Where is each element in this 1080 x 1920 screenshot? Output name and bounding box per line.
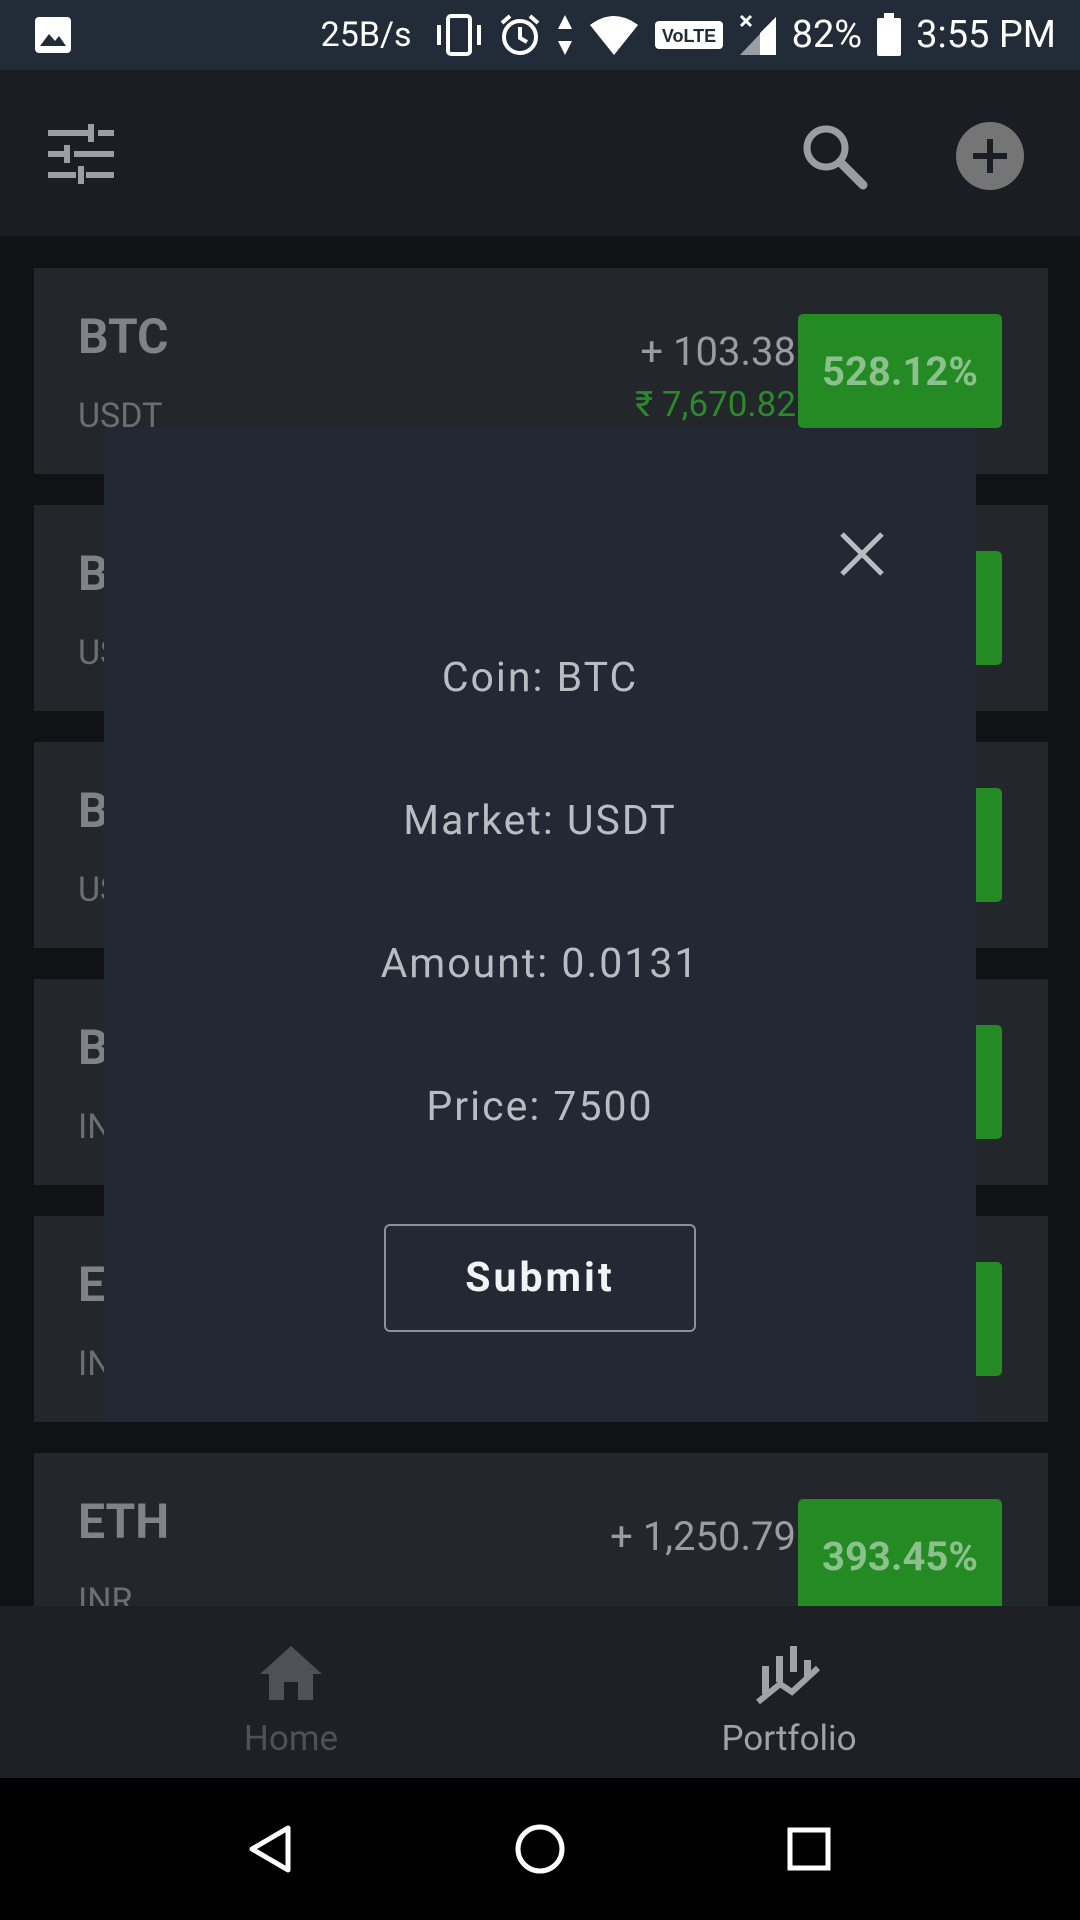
recents-icon[interactable]: [774, 1814, 844, 1884]
nav-portfolio[interactable]: Portfolio: [639, 1606, 939, 1778]
signal-icon: [738, 13, 778, 57]
net-speed: 25B/s: [320, 15, 412, 55]
wifi-icon: [588, 15, 640, 55]
change-amount: + 103.38: [640, 328, 796, 375]
nav-home[interactable]: Home: [141, 1606, 441, 1778]
search-icon[interactable]: [800, 122, 868, 190]
coin-symbol: BTC: [78, 308, 169, 365]
submit-button[interactable]: Submit: [384, 1224, 696, 1332]
coin-field: Coin: BTC: [441, 654, 639, 702]
close-icon[interactable]: [832, 524, 892, 584]
home-icon: [258, 1644, 324, 1710]
trade-confirm-dialog: Coin: BTC Market: USDT Amount: 0.0131 Pr…: [104, 428, 976, 1422]
home-button-icon[interactable]: [505, 1814, 575, 1884]
list-item[interactable]: ETH INR + 1,250.79 393.45%: [34, 1453, 1048, 1606]
volte-icon: VoLTE: [654, 20, 724, 50]
holding-value: ₹ 7,670.82: [635, 384, 796, 425]
system-navigation-bar: [0, 1778, 1080, 1920]
vibrate-icon: [434, 13, 484, 57]
market-symbol: INR: [78, 1581, 133, 1606]
clock: 3:55 PM: [916, 13, 1056, 57]
gallery-notification-icon: [34, 16, 72, 54]
tune-icon[interactable]: [48, 124, 114, 184]
portfolio-chart-icon: [756, 1644, 822, 1710]
back-icon[interactable]: [236, 1814, 306, 1884]
data-activity-icon: [556, 13, 574, 57]
nav-portfolio-label: Portfolio: [721, 1718, 857, 1759]
svg-text:VoLTE: VoLTE: [661, 26, 715, 46]
percent-badge: 528.12%: [798, 314, 1002, 428]
app-header: [0, 70, 1080, 236]
market-field: Market: USDT: [403, 797, 677, 845]
add-circle-icon[interactable]: [956, 122, 1024, 190]
bottom-navigation: Home Portfolio: [0, 1606, 1080, 1778]
amount-field: Amount: 0.0131: [380, 940, 700, 988]
coin-symbol: ETH: [78, 1493, 170, 1550]
price-field: Price: 7500: [426, 1083, 654, 1131]
coin-symbol: E: [78, 1256, 105, 1313]
alarm-icon: [498, 13, 542, 57]
nav-home-label: Home: [243, 1718, 339, 1759]
battery-percent: 82%: [791, 13, 863, 57]
status-bar: 25B/s VoLTE 82% 3:55 PM: [0, 0, 1080, 70]
percent-badge: 393.45%: [798, 1499, 1002, 1606]
change-amount: + 1,250.79: [610, 1513, 796, 1560]
battery-icon: [876, 13, 902, 57]
